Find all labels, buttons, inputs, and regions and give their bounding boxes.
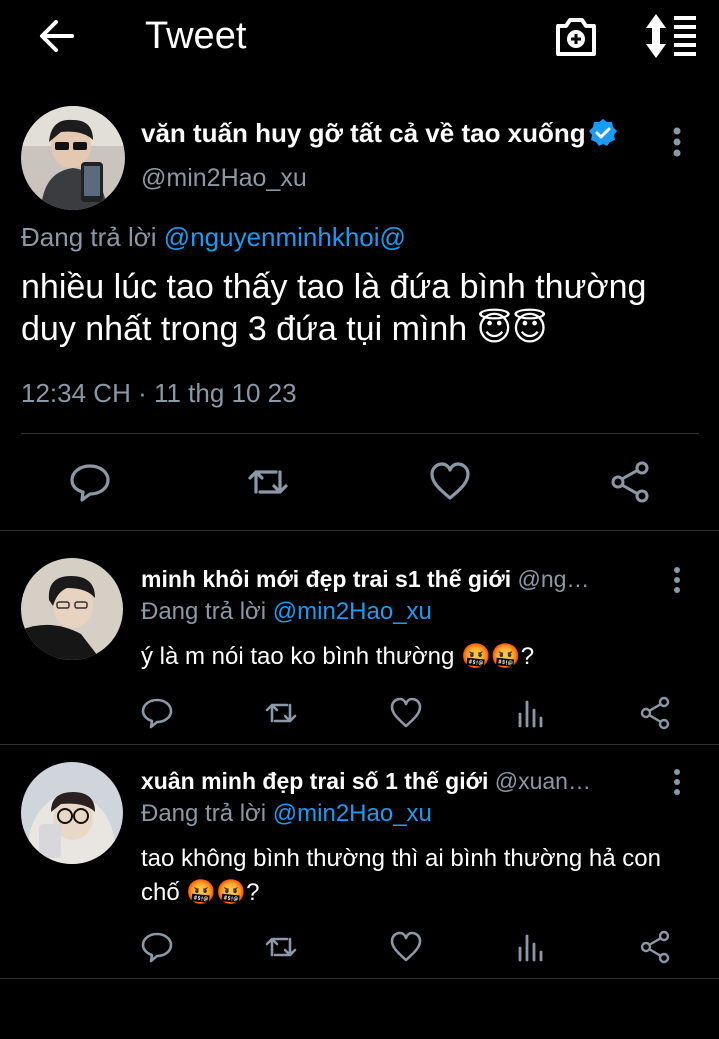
verified-badge-icon xyxy=(588,118,618,148)
author-name[interactable]: văn tuấn huy gỡ tất cả về tao xuống xyxy=(141,118,586,149)
replying-to: Đang trả lời @nguyenminhkhoi@ xyxy=(21,222,406,253)
share-icon[interactable] xyxy=(608,460,652,504)
mention-link[interactable]: @nguyenminhkhoi@ xyxy=(164,222,406,252)
divider xyxy=(0,530,719,531)
reply-icon[interactable] xyxy=(68,460,112,504)
reply-author-handle[interactable]: @xuan… xyxy=(495,768,591,794)
reply-text: ý là m nói tao ko bình thường 🤬🤬? xyxy=(141,643,535,670)
reply-author-line[interactable]: minh khôi mới đẹp trai s1 thế giới @ng… xyxy=(141,566,661,593)
replying-to-label: Đang trả lời xyxy=(141,800,267,827)
like-heart-icon[interactable] xyxy=(428,460,472,504)
sort-lines-icon[interactable] xyxy=(644,12,700,60)
like-heart-icon[interactable] xyxy=(389,696,423,730)
reply-author-name[interactable]: minh khôi mới đẹp trai s1 thế giới xyxy=(141,566,511,592)
reply-author-handle[interactable]: @ng… xyxy=(517,566,589,592)
reply-text: tao không bình thường thì ai bình thường… xyxy=(141,845,661,906)
retweet-icon[interactable] xyxy=(264,696,298,730)
mention-link[interactable]: @min2Hao_xu xyxy=(273,598,432,625)
more-options-icon[interactable] xyxy=(672,768,682,796)
divider xyxy=(0,978,719,979)
author-handle[interactable]: @min2Hao_xu xyxy=(141,164,307,193)
replying-to: Đang trả lời @min2Hao_xu xyxy=(141,598,432,626)
top-bar: Tweet xyxy=(0,0,719,80)
replying-to: Đang trả lời @min2Hao_xu xyxy=(141,800,432,828)
share-icon[interactable] xyxy=(638,696,672,730)
replying-to-label: Đang trả lời xyxy=(141,598,267,625)
analytics-icon[interactable] xyxy=(515,696,549,730)
page-title: Tweet xyxy=(145,15,247,57)
camera-plus-icon[interactable] xyxy=(552,12,600,60)
reply-avatar[interactable] xyxy=(21,558,123,660)
reply-author-name[interactable]: xuân minh đẹp trai số 1 thế giới xyxy=(141,768,488,794)
mention-link[interactable]: @min2Hao_xu xyxy=(273,800,432,827)
author-avatar[interactable] xyxy=(21,106,125,210)
replying-to-label: Đang trả lời xyxy=(21,222,157,252)
analytics-icon[interactable] xyxy=(515,930,549,964)
tweet-text: nhiều lúc tao thấy tao là đứa bình thườn… xyxy=(21,268,647,348)
more-options-icon[interactable] xyxy=(672,126,682,158)
like-heart-icon[interactable] xyxy=(389,930,423,964)
arrow-left-icon[interactable] xyxy=(36,16,76,56)
reply-icon[interactable] xyxy=(140,696,174,730)
reply-avatar[interactable] xyxy=(21,762,123,864)
divider xyxy=(21,433,699,434)
more-options-icon[interactable] xyxy=(672,566,682,594)
divider xyxy=(0,744,719,745)
share-icon[interactable] xyxy=(638,930,672,964)
reply-author-line[interactable]: xuân minh đẹp trai số 1 thế giới @xuan… xyxy=(141,768,661,795)
tweet-timestamp[interactable]: 12:34 CH · 11 thg 10 23 xyxy=(21,378,297,409)
reply-icon[interactable] xyxy=(140,930,174,964)
retweet-icon[interactable] xyxy=(246,460,290,504)
retweet-icon[interactable] xyxy=(264,930,298,964)
